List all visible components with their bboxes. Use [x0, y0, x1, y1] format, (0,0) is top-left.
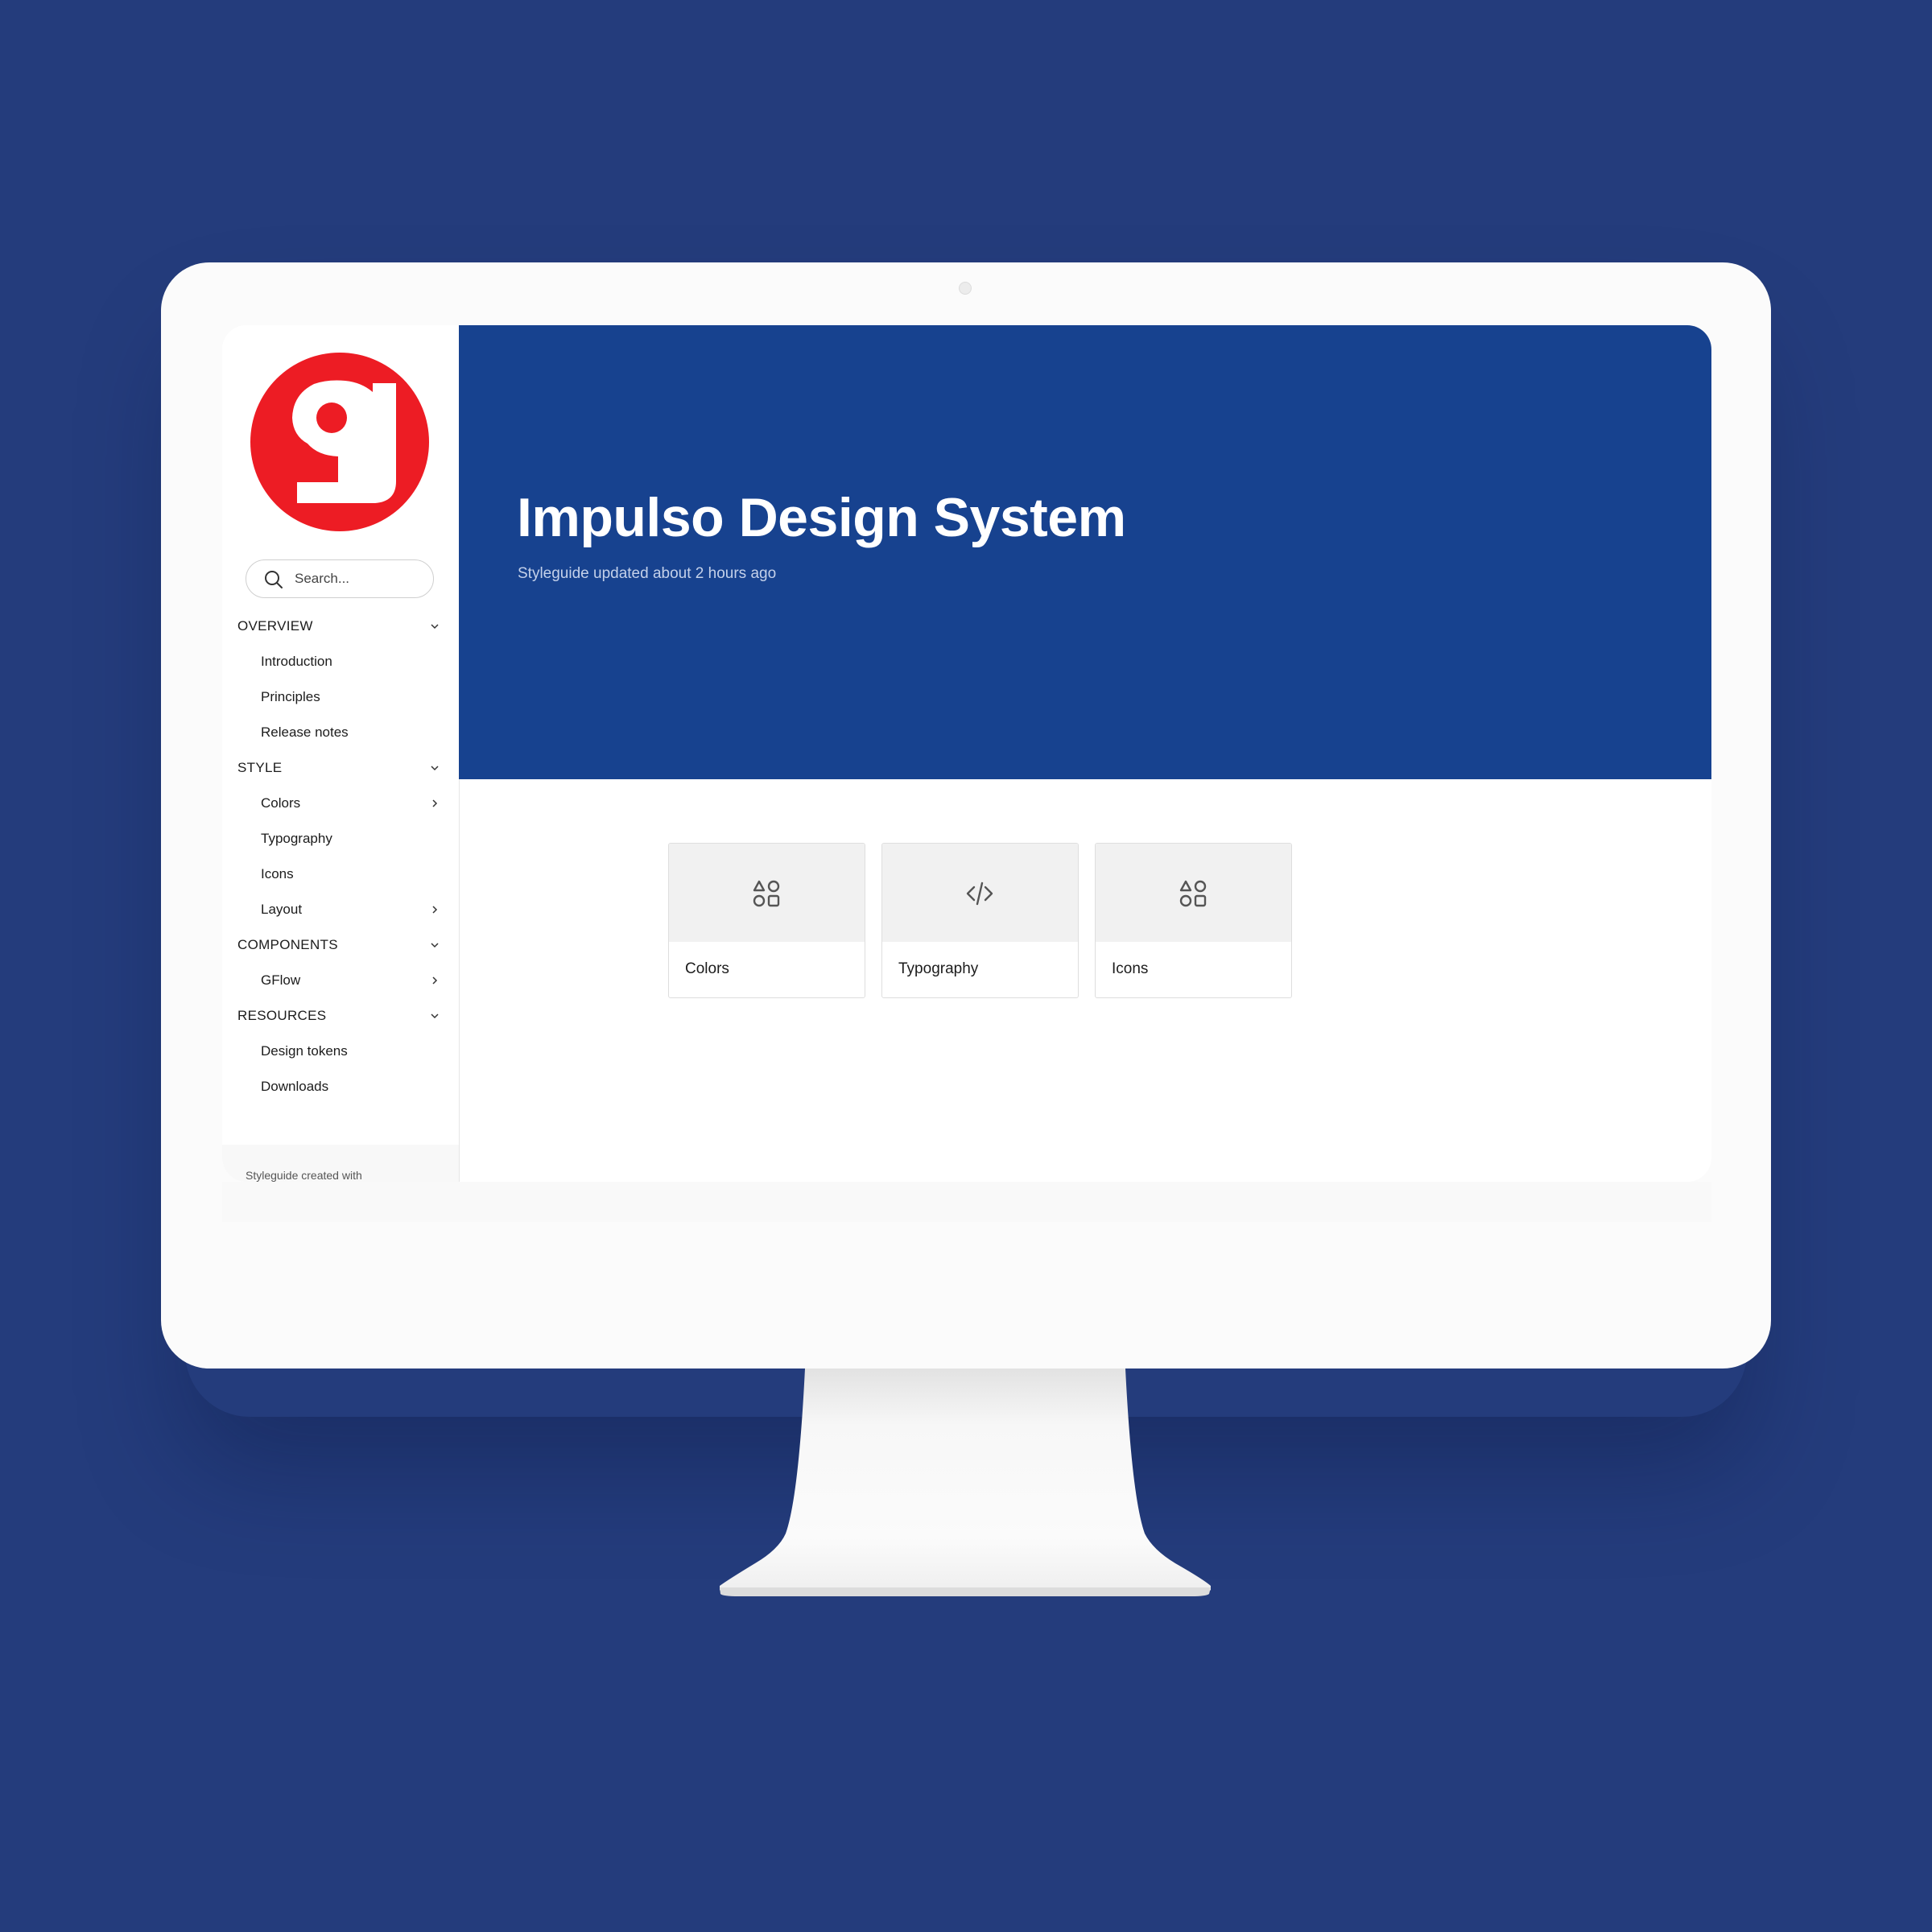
- sidebar: OVERVIEW Introduction Principles Release…: [222, 325, 460, 1182]
- chevron-down-icon: [431, 943, 439, 948]
- sidebar-item-downloads[interactable]: Downloads: [222, 1069, 459, 1104]
- hero-banner: Impulso Design System Styleguide updated…: [459, 325, 1711, 779]
- sidebar-item-introduction[interactable]: Introduction: [222, 644, 459, 679]
- shapes-icon: [753, 880, 780, 907]
- card-colors[interactable]: Colors: [668, 843, 865, 998]
- sidebar-item-label: Design tokens: [261, 1043, 348, 1059]
- chevron-right-icon: [432, 906, 438, 914]
- screen: OVERVIEW Introduction Principles Release…: [222, 325, 1711, 1182]
- nav-section-label: STYLE: [237, 760, 283, 775]
- search-box[interactable]: [246, 559, 434, 598]
- nav-section-resources[interactable]: RESOURCES: [222, 998, 459, 1034]
- sidebar-item-label: Introduction: [261, 654, 332, 669]
- search-icon: [265, 571, 283, 588]
- nav-section-overview[interactable]: OVERVIEW: [222, 609, 459, 644]
- sidebar-item-label: Downloads: [261, 1079, 329, 1094]
- sidebar-item-label: Layout: [261, 902, 303, 917]
- sidebar-item-label: GFlow: [261, 972, 301, 988]
- sidebar-item-design-tokens[interactable]: Design tokens: [222, 1034, 459, 1069]
- chevron-down-icon: [431, 624, 439, 630]
- sidebar-item-principles[interactable]: Principles: [222, 679, 459, 715]
- code-icon: [966, 881, 993, 906]
- sidebar-item-label: Colors: [261, 795, 301, 811]
- sidebar-item-gflow[interactable]: GFlow: [222, 963, 459, 998]
- chevron-down-icon: [431, 766, 439, 771]
- card-label: Typography: [898, 960, 979, 977]
- nav-section-label: COMPONENTS: [237, 937, 338, 952]
- chevron-right-icon: [432, 976, 438, 985]
- chevron-down-icon: [431, 1013, 439, 1019]
- card-typography[interactable]: Typography: [881, 843, 1079, 998]
- sidebar-item-release-notes[interactable]: Release notes: [222, 715, 459, 750]
- sidebar-item-label: Typography: [261, 831, 332, 846]
- card-label: Icons: [1112, 960, 1149, 977]
- page-title: Impulso Design System: [517, 487, 1126, 548]
- card-thumbnail: [1096, 844, 1291, 942]
- sidebar-item-label: Icons: [261, 866, 294, 881]
- nav-section-style[interactable]: STYLE: [222, 750, 459, 786]
- shapes-icon: [1179, 880, 1207, 907]
- card-thumbnail: [882, 844, 1078, 942]
- sidebar-item-icons[interactable]: Icons: [222, 857, 459, 892]
- sidebar-item-layout[interactable]: Layout: [222, 892, 459, 927]
- nav-section-components[interactable]: COMPONENTS: [222, 927, 459, 963]
- nav-section-label: OVERVIEW: [237, 618, 313, 634]
- g-logo-icon[interactable]: [250, 353, 429, 531]
- page-subtitle: Styleguide updated about 2 hours ago: [518, 565, 777, 582]
- monitor-frame: OVERVIEW Introduction Principles Release…: [161, 262, 1771, 1368]
- search-input[interactable]: [295, 560, 423, 597]
- card-thumbnail: [669, 844, 865, 942]
- sidebar-item-typography[interactable]: Typography: [222, 821, 459, 857]
- sidebar-footer: Styleguide created with: [222, 1145, 459, 1182]
- camera: [959, 282, 972, 295]
- sidebar-footer-text[interactable]: Styleguide created with: [246, 1169, 362, 1182]
- nav-section-label: RESOURCES: [237, 1008, 327, 1023]
- screen-bottom-strip: [222, 1182, 1711, 1222]
- card-label: Colors: [685, 960, 729, 977]
- chevron-right-icon: [432, 799, 438, 807]
- card-icons[interactable]: Icons: [1095, 843, 1292, 998]
- sidebar-nav: OVERVIEW Introduction Principles Release…: [222, 609, 459, 1104]
- sidebar-item-label: Principles: [261, 689, 320, 704]
- sidebar-item-colors[interactable]: Colors: [222, 786, 459, 821]
- sidebar-item-label: Release notes: [261, 724, 349, 740]
